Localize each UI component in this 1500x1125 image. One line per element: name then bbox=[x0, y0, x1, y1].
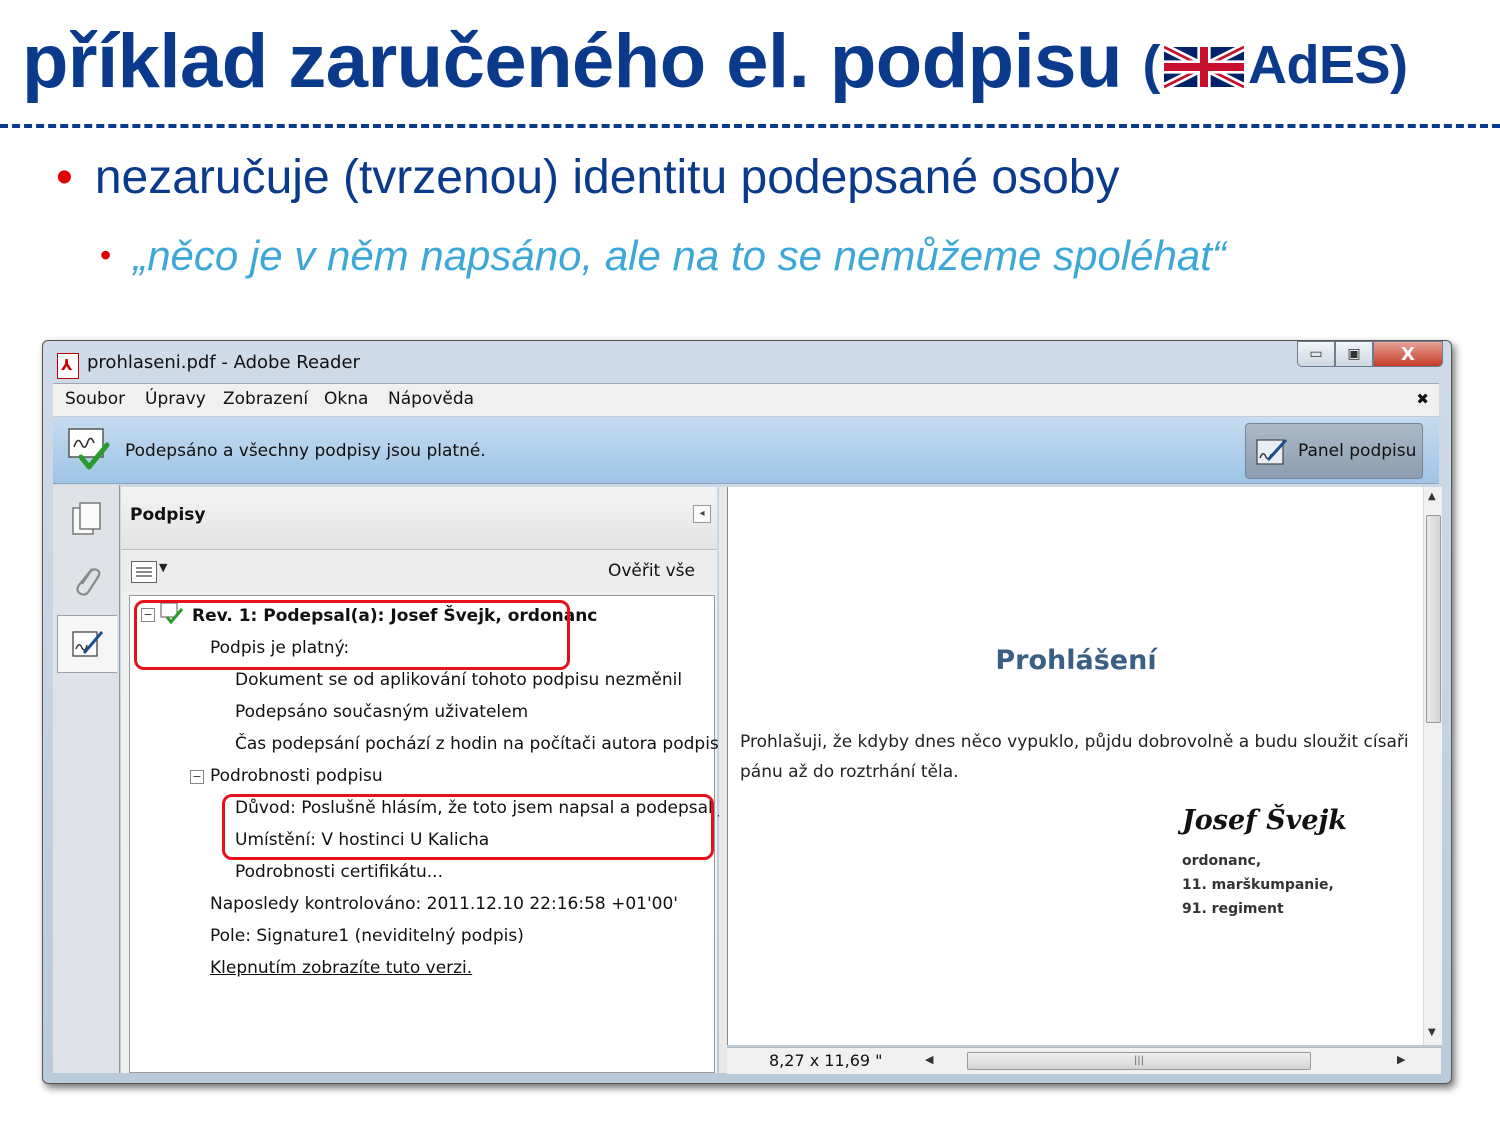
slide-title: příklad zaručeného el. podpisu ( AdES) bbox=[22, 18, 1408, 105]
bullet-level2: • „něco je v něm napsáno, ale na to se ne… bbox=[100, 232, 1226, 280]
tree-last-checked[interactable]: Naposledy kontrolováno: 2011.12.10 22:16… bbox=[210, 894, 678, 914]
handwritten-signature: Josef Švejk bbox=[1182, 805, 1348, 836]
scroll-right-icon[interactable]: ▶ bbox=[1397, 1053, 1405, 1066]
signatures-toolbar: ▼ Ověřit vše bbox=[121, 551, 717, 591]
tree-check[interactable]: Čas podepsání pochází z hodin na počítač… bbox=[235, 734, 735, 754]
document-body: Prohlašuji, že kdyby dnes něco vypuklo, … bbox=[740, 732, 1409, 782]
menu-napoveda[interactable]: Nápověda bbox=[388, 389, 474, 409]
pages-icon bbox=[72, 502, 101, 535]
signature-message-bar: Podepsáno a všechny podpisy jsou platné.… bbox=[53, 417, 1439, 484]
signatures-tab[interactable] bbox=[57, 615, 117, 673]
menu-upravy[interactable]: Úpravy bbox=[145, 389, 206, 409]
title-divider bbox=[0, 124, 1500, 128]
slide-title-text: příklad zaručeného el. podpisu bbox=[22, 19, 1122, 104]
signature-valid-icon bbox=[68, 428, 110, 470]
horizontal-scrollbar[interactable]: ◀ ||| ▶ bbox=[893, 1052, 1417, 1070]
tree-view-version-link[interactable]: Klepnutím zobrazíte tuto verzi. bbox=[210, 958, 472, 978]
window-controls: ▭ ▣ X bbox=[1297, 341, 1443, 369]
tree-details[interactable]: Podrobnosti podpisu bbox=[210, 766, 383, 786]
pages-tab[interactable] bbox=[57, 491, 117, 549]
tree-field[interactable]: Pole: Signature1 (neviditelný podpis) bbox=[210, 926, 524, 946]
uk-flag-icon bbox=[1164, 44, 1244, 89]
signatures-panel-title: Podpisy bbox=[130, 505, 206, 525]
vertical-scroll-thumb[interactable] bbox=[1426, 515, 1441, 723]
scroll-down-icon[interactable]: ▼ bbox=[1428, 1027, 1436, 1038]
minimize-button[interactable]: ▭ bbox=[1297, 341, 1335, 367]
bullet-dot: • bbox=[56, 151, 73, 204]
signatures-tree: − Rev. 1: Podepsal(a): Josef Švejk, ordo… bbox=[129, 595, 740, 1073]
status-bar: 8,27 x 11,69 " ◀ ||| ▶ bbox=[727, 1047, 1441, 1074]
signer-meta: ordonanc, bbox=[1182, 853, 1262, 869]
close-button[interactable]: X bbox=[1373, 341, 1443, 367]
signature-status-text: Podepsáno a všechny podpisy jsou platné. bbox=[125, 441, 486, 461]
slide-title-suffix: ( AdES) bbox=[1143, 35, 1408, 95]
bullet2-text: „něco je v něm napsáno, ale na to se nem… bbox=[133, 232, 1226, 279]
tree-check[interactable]: Podepsáno současným uživatelem bbox=[235, 702, 528, 722]
highlight-box-reason bbox=[222, 794, 714, 860]
chevron-down-icon[interactable]: ▼ bbox=[159, 561, 167, 574]
document-view: Prohlášení Prohlašuji, že kdyby dnes něc… bbox=[727, 487, 1442, 1045]
signer-meta: 11. maršku­mpanie, bbox=[1182, 877, 1334, 893]
tree-check[interactable]: Dokument se od aplikování tohoto podpisu… bbox=[235, 670, 682, 690]
reader-window: ⅄ prohlaseni.pdf - Adobe Reader ▭ ▣ X So… bbox=[42, 340, 1452, 1084]
verify-all-button[interactable]: Ověřit vše bbox=[608, 561, 695, 581]
window-title: prohlaseni.pdf - Adobe Reader bbox=[87, 352, 360, 373]
vertical-scrollbar[interactable]: ▲ ▼ bbox=[1423, 487, 1442, 1045]
scroll-up-icon[interactable]: ▲ bbox=[1428, 491, 1436, 502]
collapse-panel-button[interactable]: ◂ bbox=[693, 505, 711, 523]
signature-panel-button[interactable]: Panel podpisu bbox=[1245, 423, 1423, 479]
attachments-tab[interactable] bbox=[57, 551, 117, 609]
menu-okna[interactable]: Okna bbox=[324, 389, 368, 409]
scroll-left-icon[interactable]: ◀ bbox=[925, 1053, 933, 1066]
menu-bar: Soubor Úpravy Zobrazení Okna Nápověda ✖ bbox=[53, 383, 1439, 417]
tree-cert-details[interactable]: Podrobnosti certifikátu... bbox=[235, 862, 443, 882]
menu-soubor[interactable]: Soubor bbox=[65, 389, 125, 409]
signatures-panel-header: Podpisy ◂ bbox=[121, 487, 717, 550]
bullet-level1: • nezaručuje (tvrzenou) identitu podepsan… bbox=[56, 150, 1119, 205]
bullet1-text: nezaručuje (tvrzenou) identitu podepsané… bbox=[94, 151, 1120, 204]
signer-meta: 91. regiment bbox=[1182, 901, 1284, 917]
title-bar[interactable]: ⅄ prohlaseni.pdf - Adobe Reader ▭ ▣ X bbox=[43, 341, 1451, 385]
options-menu-icon[interactable] bbox=[131, 561, 157, 583]
document-heading: Prohlášení bbox=[995, 645, 1157, 676]
bullet-dot: • bbox=[100, 237, 112, 273]
menu-zobrazeni[interactable]: Zobrazení bbox=[223, 389, 308, 409]
paperclip-icon bbox=[76, 568, 101, 596]
signature-panel-label: Panel podpisu bbox=[1298, 441, 1417, 461]
close-document-icon[interactable]: ✖ bbox=[1416, 390, 1429, 408]
collapse-toggle-icon[interactable]: − bbox=[190, 770, 204, 784]
suffix-text: AdES) bbox=[1248, 35, 1408, 95]
highlight-box-identity bbox=[134, 600, 570, 670]
horizontal-scroll-thumb[interactable]: ||| bbox=[967, 1052, 1311, 1070]
signature-pen-icon bbox=[1256, 438, 1288, 465]
signature-pen-icon bbox=[71, 631, 103, 657]
panel-splitter[interactable] bbox=[719, 487, 727, 1073]
paren-open: ( bbox=[1142, 35, 1161, 95]
pdf-file-icon: ⅄ bbox=[57, 353, 79, 379]
page-size-readout: 8,27 x 11,69 " bbox=[769, 1051, 883, 1070]
navigation-sidebar bbox=[53, 485, 120, 1073]
maximize-button[interactable]: ▣ bbox=[1335, 341, 1373, 367]
signatures-panel: Podpisy ◂ ▼ Ověřit vše − Rev. 1: Podepsa… bbox=[121, 487, 740, 1073]
